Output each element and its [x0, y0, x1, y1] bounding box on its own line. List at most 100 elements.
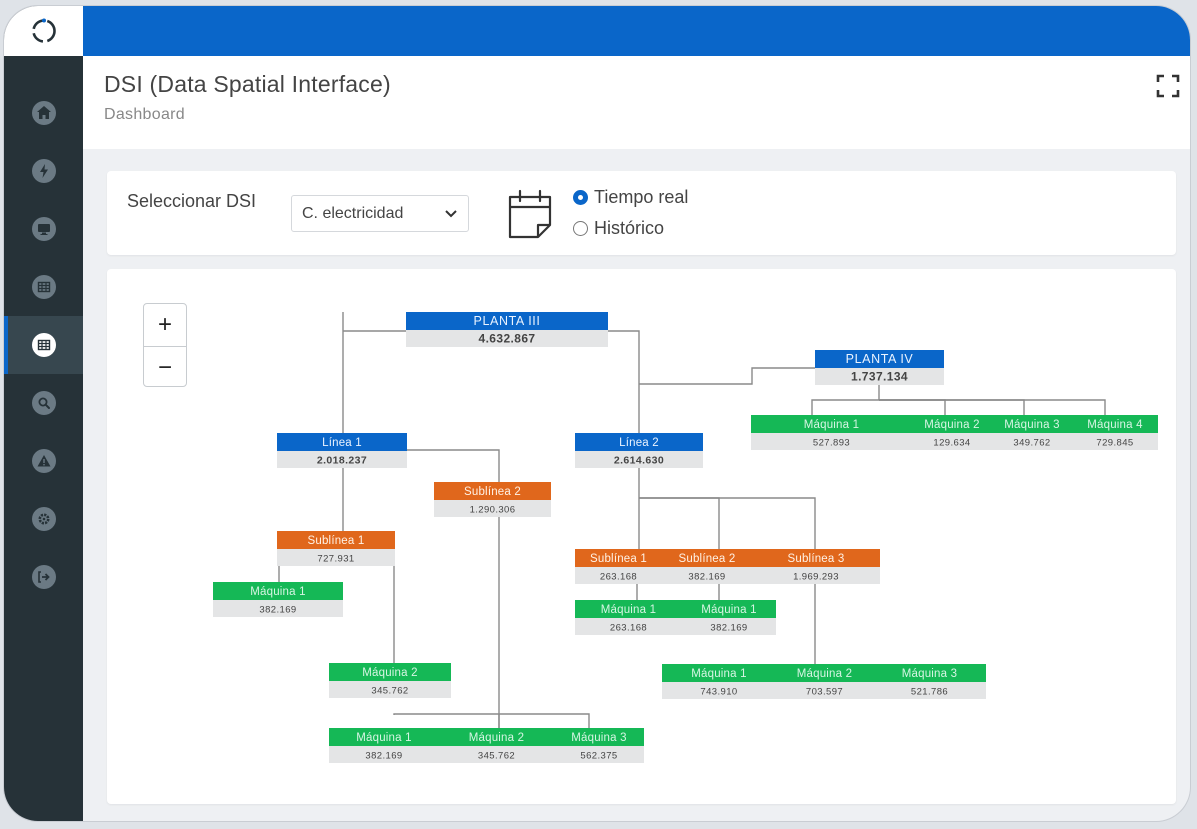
sidebar-icon-badge	[31, 391, 56, 415]
node-value: 382.169	[365, 751, 402, 762]
app-window: DSI (Data Spatial Interface) Dashboard S…	[4, 6, 1190, 821]
radio-label-tiempo-real: Tiempo real	[594, 187, 689, 207]
node-planta-planta3[interactable]: PLANTA III 4.632.867	[406, 312, 608, 347]
node-value: 1.737.134	[851, 370, 908, 384]
node-title: Máquina 4	[1087, 419, 1143, 431]
sidebar-item-gear[interactable]	[4, 490, 83, 548]
node-maquina-l2s3maq[interactable]: Máquina 1 743.910 Máquina 2 703.597 Máquina …	[662, 664, 986, 699]
chevron-down-icon	[445, 209, 457, 217]
table-icon	[37, 281, 50, 293]
node-value: 382.169	[688, 572, 725, 583]
node-value: 2.018.237	[317, 455, 367, 467]
top-bar	[83, 6, 1190, 56]
fullscreen-icon[interactable]	[1156, 74, 1180, 98]
calendar-icon[interactable]	[506, 185, 554, 241]
connector-line	[639, 367, 815, 385]
connector-line	[639, 497, 816, 549]
node-value: 1.290.306	[470, 505, 516, 516]
node-value: 263.168	[600, 572, 637, 583]
node-title: Máquina 1	[356, 732, 412, 744]
dsi-select[interactable]: C. electricidad	[291, 195, 469, 232]
sidebar-icon-badge	[31, 217, 56, 241]
node-title: Línea 1	[322, 437, 362, 449]
sidebar-item-table[interactable]	[4, 258, 83, 316]
node-value: 527.893	[813, 438, 850, 449]
node-maquina-l2s12maq[interactable]: Máquina 1 263.168 Máquina 1 382.169	[575, 600, 776, 635]
page-title: DSI (Data Spatial Interface)	[104, 71, 391, 97]
node-maquina-s1m1[interactable]: Máquina 1 382.169	[213, 582, 343, 617]
node-value: 129.634	[933, 438, 970, 449]
node-title: Máquina 1	[691, 668, 747, 680]
node-title: Máquina 1	[601, 604, 657, 616]
radio-tiempo-real[interactable]: Tiempo real	[573, 187, 688, 208]
radio-label-historico: Histórico	[594, 218, 665, 238]
node-title: Máquina 2	[797, 668, 853, 680]
hierarchy-diagram[interactable]: PLANTA III 4.632.867 PLANTA IV 1.737.134 Máq…	[107, 269, 1176, 804]
node-title: Máquina 3	[902, 668, 958, 680]
sidebar-icon-badge	[31, 275, 56, 299]
node-value: 703.597	[806, 687, 843, 698]
breadcrumb[interactable]: Dashboard	[104, 106, 185, 124]
connector-line	[879, 399, 1106, 415]
node-value: 349.762	[1013, 438, 1050, 449]
node-title: Máquina 2	[469, 732, 525, 744]
bolt-icon	[39, 164, 48, 178]
logo[interactable]	[4, 6, 83, 56]
connector-line	[639, 497, 720, 549]
logo-icon	[31, 18, 56, 43]
radio-historico[interactable]: Histórico	[573, 218, 664, 239]
node-value: 345.762	[478, 751, 515, 762]
page-header: DSI (Data Spatial Interface) Dashboard	[83, 56, 1190, 149]
node-maquina-p4maq[interactable]: Máquina 1 527.893 Máquina 2 129.634 Máquina …	[751, 415, 1158, 450]
node-title: Máquina 1	[250, 586, 306, 598]
node-value: 382.169	[259, 605, 296, 616]
node-value: 521.786	[911, 687, 948, 698]
home-icon	[36, 106, 51, 119]
node-title: Máquina 1	[804, 419, 860, 431]
node-title: PLANTA IV	[846, 352, 914, 366]
dsi-controls: Seleccionar DSI C. electricidad Tiempo r…	[107, 171, 1176, 255]
radio-button-checked[interactable]	[573, 190, 588, 205]
node-linea-linea2[interactable]: Línea 2 2.614.630	[575, 433, 703, 468]
node-title: Máquina 2	[362, 667, 418, 679]
sidebar-item-warning[interactable]	[4, 432, 83, 490]
connector-line	[393, 713, 590, 728]
table-icon	[37, 339, 50, 351]
sidebar-item-home[interactable]	[4, 84, 83, 142]
node-title: Sublínea 1	[590, 553, 647, 565]
node-title: Máquina 3	[1004, 419, 1060, 431]
sidebar-nav	[4, 84, 83, 606]
node-title: Máquina 3	[571, 732, 627, 744]
node-sublinea-l1sub1[interactable]: Sublínea 1 727.931	[277, 531, 395, 566]
sidebar-icon-badge	[31, 507, 56, 531]
node-value: 382.169	[710, 623, 747, 634]
sidebar-item-bolt[interactable]	[4, 142, 83, 200]
logout-icon	[37, 571, 50, 583]
sidebar-item-monitor[interactable]	[4, 200, 83, 258]
node-title: PLANTA III	[474, 314, 541, 328]
sidebar-icon-badge	[31, 101, 56, 125]
sidebar-item-table-active[interactable]	[4, 316, 83, 374]
node-title: Línea 2	[619, 437, 659, 449]
node-title: Máquina 1	[701, 604, 757, 616]
radio-button-unchecked[interactable]	[573, 221, 588, 236]
node-value: 1.969.293	[793, 572, 839, 583]
node-sublinea-l1sub2[interactable]: Sublínea 2 1.290.306	[434, 482, 551, 517]
node-value: 727.931	[317, 554, 354, 565]
sidebar-item-logout[interactable]	[4, 548, 83, 606]
zoom-out-button[interactable]: −	[144, 346, 186, 386]
node-title: Sublínea 2	[464, 486, 521, 498]
node-linea-linea1[interactable]: Línea 1 2.018.237	[277, 433, 407, 468]
zoom-in-button[interactable]: +	[144, 304, 186, 346]
zoom-control: + −	[143, 303, 187, 387]
sidebar	[4, 6, 83, 821]
diagram-panel: PLANTA III 4.632.867 PLANTA IV 1.737.134 Máq…	[107, 269, 1176, 804]
node-title: Sublínea 1	[308, 535, 365, 547]
node-maquina-s1m2[interactable]: Máquina 2 345.762	[329, 663, 451, 698]
node-planta-planta4[interactable]: PLANTA IV 1.737.134	[815, 350, 944, 385]
node-maquina-s2maq[interactable]: Máquina 1 382.169 Máquina 2 345.762 Máquina …	[329, 728, 644, 763]
node-sublinea-l2subs[interactable]: Sublínea 1 263.168 Sublínea 2 382.169 Sublín…	[575, 549, 880, 584]
node-title: Máquina 2	[924, 419, 980, 431]
sidebar-item-search[interactable]	[4, 374, 83, 432]
node-value: 729.845	[1096, 438, 1133, 449]
